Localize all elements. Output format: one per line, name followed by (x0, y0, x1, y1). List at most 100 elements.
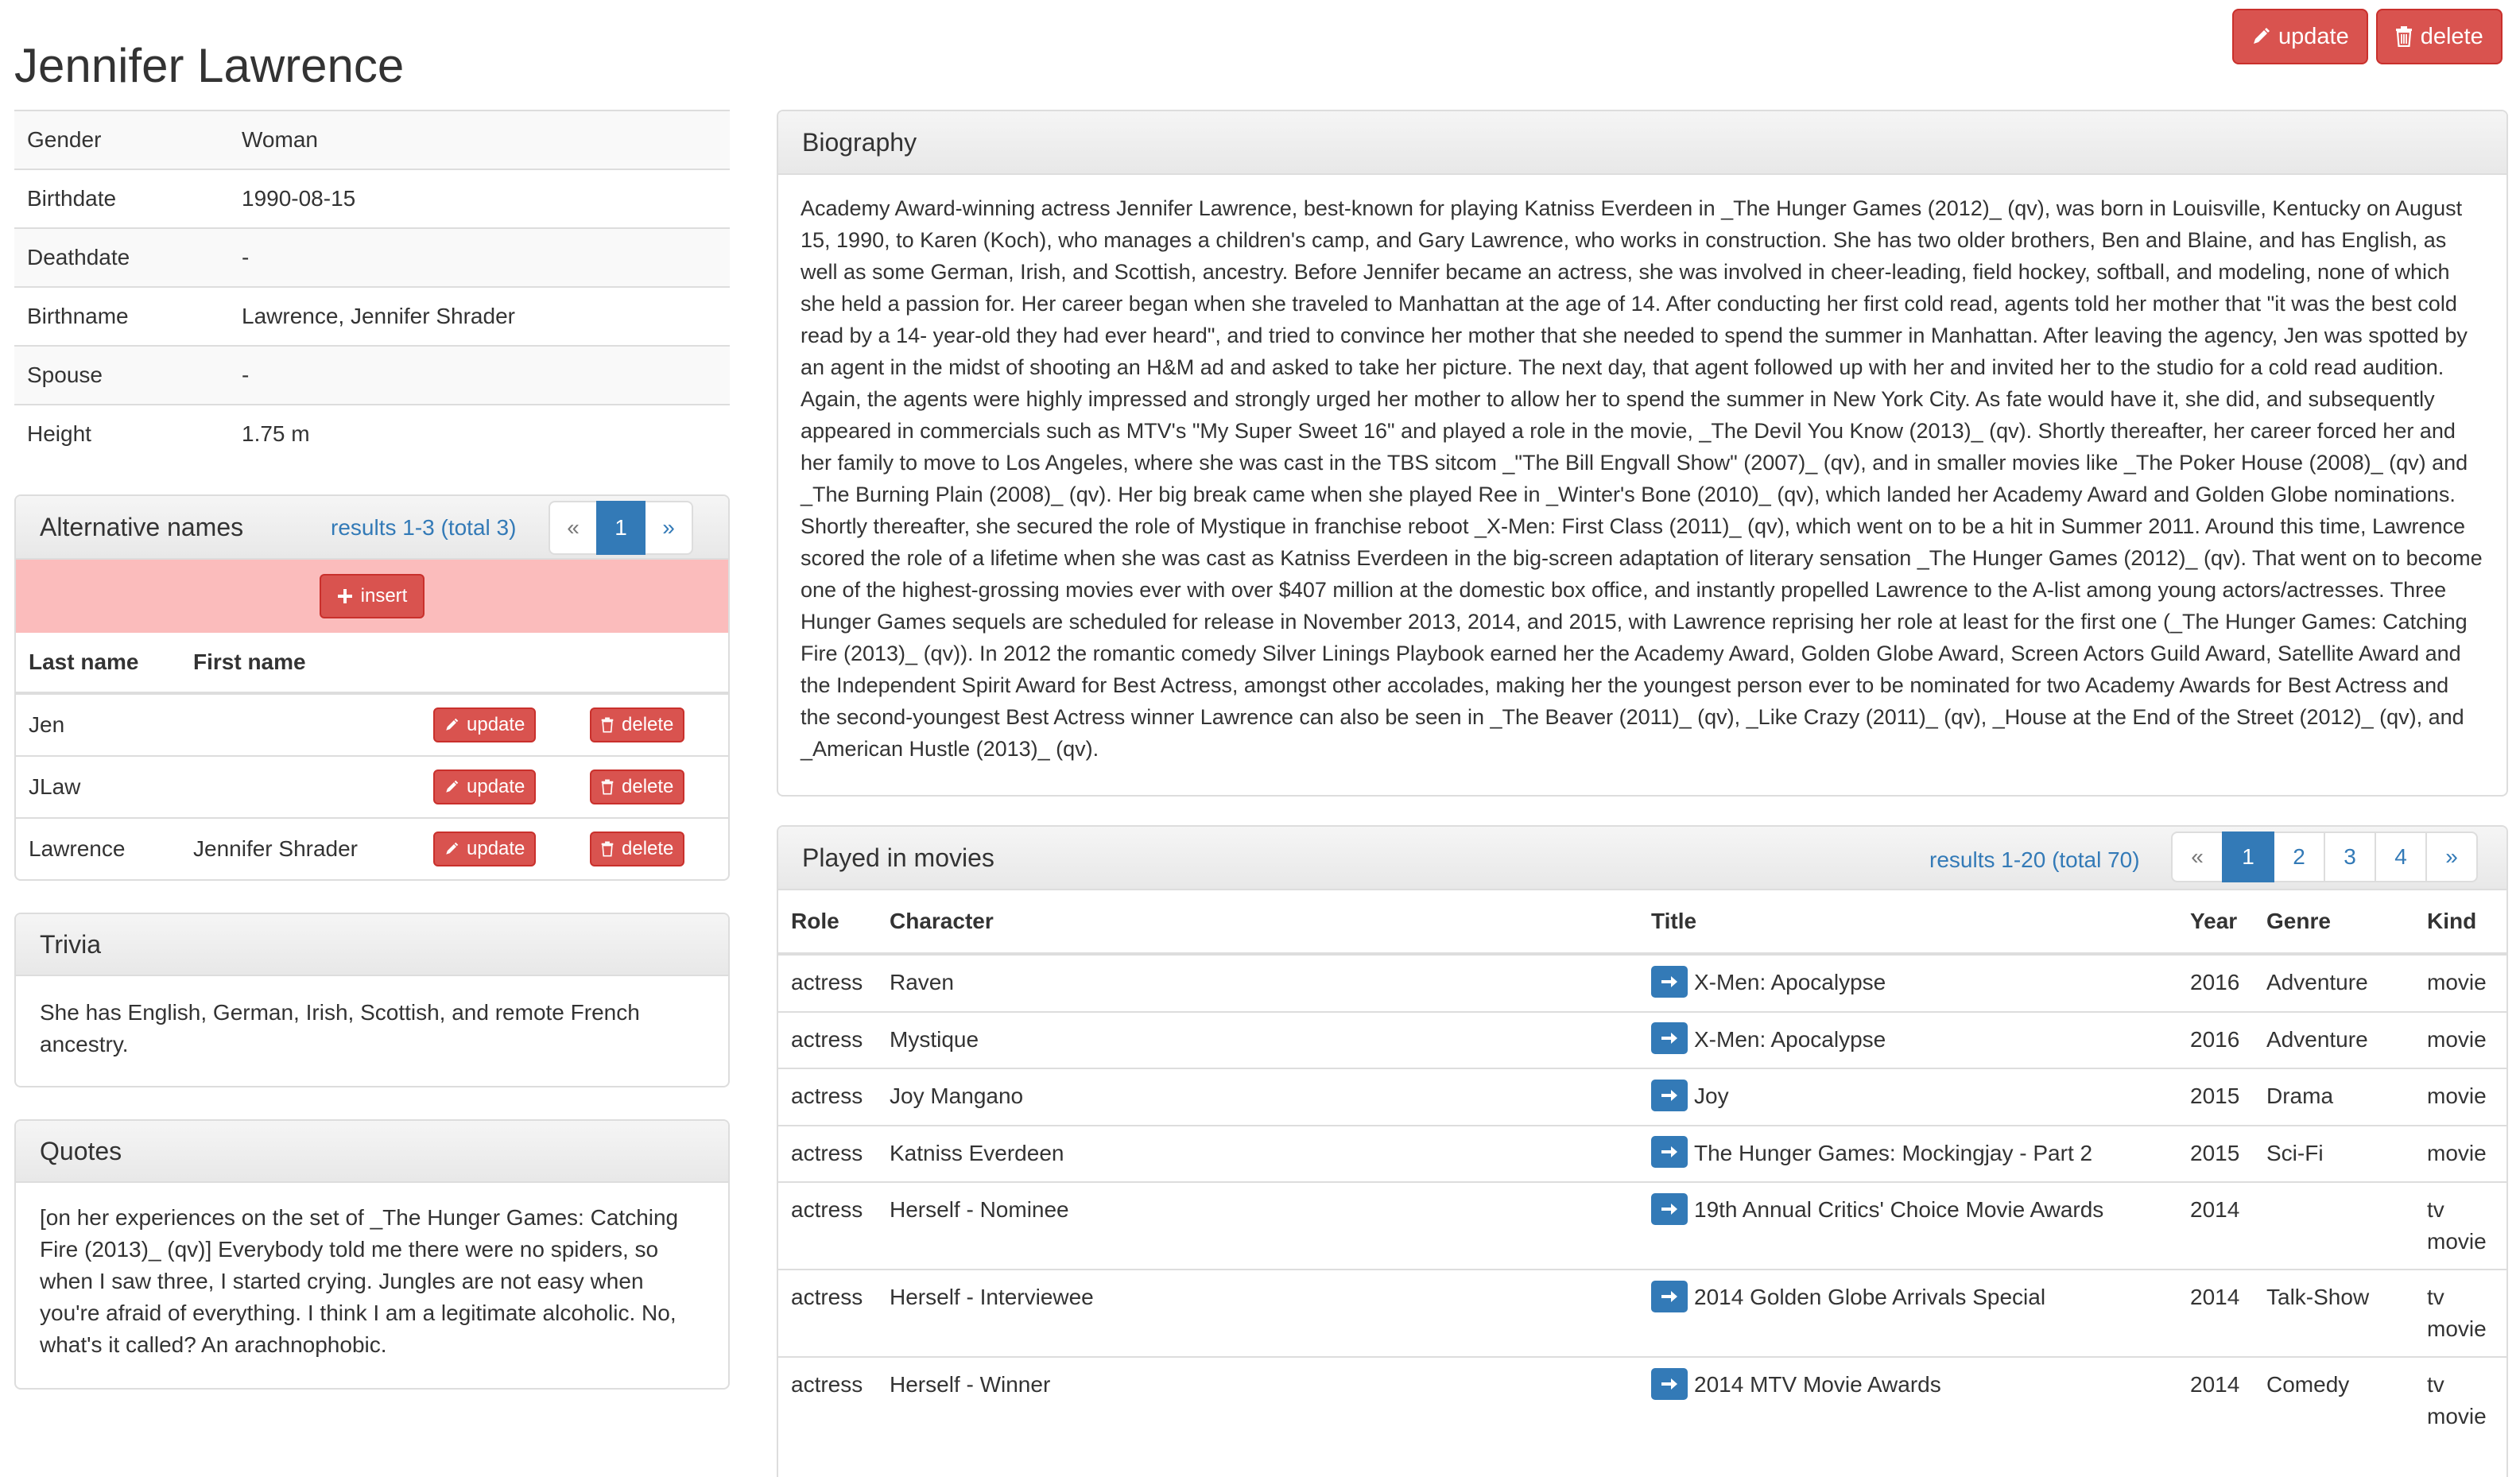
go-to-movie-button[interactable] (1651, 1193, 1688, 1226)
alternative-names-panel: Alternative names results 1-3 (total 3) … (14, 494, 730, 881)
arrow-right-icon (1661, 1291, 1677, 1303)
last-name-cell: JLaw (16, 755, 180, 818)
movie-title[interactable]: 2014 MTV Movie Awards (1694, 1372, 1941, 1397)
year-cell: 2014 (2177, 1269, 2254, 1358)
insert-name-label: insert (360, 585, 408, 607)
go-to-movie-button[interactable] (1651, 1136, 1688, 1169)
alternative-names-title: Alternative names (40, 512, 244, 541)
last-name-cell: Lawrence (16, 817, 180, 879)
info-row-spouse: Spouse - (14, 345, 730, 405)
info-row-birthname: Birthname Lawrence, Jennifer Shrader (14, 286, 730, 346)
delete-label: delete (622, 776, 674, 797)
update-name-button[interactable]: update (433, 707, 537, 742)
info-label: Deathdate (14, 227, 229, 287)
movie-title[interactable]: X-Men: Apocalypse (1694, 1027, 1886, 1052)
genre-cell: Talk-Show (2254, 1269, 2414, 1358)
movie-title[interactable]: Joy (1694, 1084, 1729, 1108)
delete-person-button[interactable]: delete (2375, 9, 2503, 64)
column-title: Title (1638, 890, 2177, 956)
genre-cell: Adventure (2254, 1010, 2414, 1069)
genre-cell: Sci-Fi (2254, 1124, 2414, 1183)
plus-icon (337, 589, 352, 603)
table-row: actress Herself - Interviewee 2014 Golde… (778, 1269, 2506, 1358)
update-name-button[interactable]: update (433, 832, 537, 866)
arrow-right-icon (1661, 1033, 1677, 1045)
title-cell: 2014 MTV Movie Awards (1638, 1356, 2177, 1444)
trash-icon (601, 779, 614, 795)
pencil-icon (446, 842, 459, 855)
update-name-button[interactable]: update (433, 770, 537, 804)
trivia-header: Trivia (16, 914, 728, 976)
movies-pagination: « 1 2 3 4 » (2171, 832, 2478, 882)
pager-prev[interactable]: « (549, 501, 598, 555)
insert-row: insert (16, 560, 728, 633)
pager-next[interactable]: » (644, 501, 693, 555)
role-cell: actress (778, 1010, 877, 1069)
pencil-icon (446, 780, 459, 793)
pager-next[interactable]: » (2425, 832, 2478, 882)
info-row-deathdate: Deathdate - (14, 227, 730, 287)
delete-name-button[interactable]: delete (590, 707, 685, 742)
movie-title[interactable]: 19th Annual Critics' Choice Movie Awards (1694, 1197, 2103, 1222)
movie-title[interactable]: The Hunger Games: Mockingjay - Part 2 (1694, 1141, 2092, 1165)
column-role: Role (778, 890, 877, 956)
movie-title[interactable]: X-Men: Apocalypse (1694, 970, 1886, 994)
info-value: Woman (229, 110, 730, 169)
table-row: Lawrence Jennifer Shrader update delete (16, 817, 728, 879)
page-title: Jennifer Lawrence (14, 39, 405, 92)
kind-cell: tv movie (2414, 1181, 2506, 1270)
info-label: Gender (14, 110, 229, 169)
delete-person-label: delete (2420, 23, 2483, 49)
arrow-right-icon (1661, 1204, 1677, 1215)
quotes-title: Quotes (40, 1136, 122, 1165)
alternative-names-table: Last name First name Jen update delete J… (16, 633, 728, 879)
table-row: JLaw update delete (16, 755, 728, 818)
delete-name-button[interactable]: delete (590, 832, 685, 866)
quotes-text: [on her experiences on the set of _The H… (40, 1205, 679, 1357)
year-cell: 2016 (2177, 1010, 2254, 1069)
go-to-movie-button[interactable] (1651, 1281, 1688, 1313)
title-cell: The Hunger Games: Mockingjay - Part 2 (1638, 1124, 2177, 1183)
delete-name-button[interactable]: delete (590, 770, 685, 804)
go-to-movie-button[interactable] (1651, 965, 1688, 998)
info-value: Lawrence, Jennifer Shrader (229, 286, 730, 346)
pager-page-4[interactable]: 4 (2375, 832, 2427, 882)
info-label: Birthdate (14, 169, 229, 228)
table-row: actress Katniss Everdeen The Hunger Game… (778, 1124, 2506, 1183)
role-cell: actress (778, 1356, 877, 1444)
column-kind: Kind (2414, 890, 2506, 956)
table-row: actress Mystique X-Men: Apocalypse 2016 … (778, 1010, 2506, 1069)
year-cell: 2014 (2177, 1356, 2254, 1444)
info-row-height: Height 1.75 m (14, 404, 730, 463)
trash-icon (601, 717, 614, 733)
title-cell: X-Men: Apocalypse (1638, 1010, 2177, 1069)
go-to-movie-button[interactable] (1651, 1022, 1688, 1055)
go-to-movie-button[interactable] (1651, 1368, 1688, 1401)
pager-page-1[interactable]: 1 (596, 501, 646, 555)
character-cell: Joy Mangano (877, 1068, 1638, 1126)
pager-page-2[interactable]: 2 (2273, 832, 2325, 882)
pager-page-3[interactable]: 3 (2324, 832, 2376, 882)
kind-cell: movie (2414, 1010, 2506, 1069)
pager-page-1[interactable]: 1 (2222, 832, 2274, 882)
last-name-cell: Jen (16, 692, 180, 756)
pager-prev[interactable]: « (2171, 832, 2223, 882)
arrow-right-icon (1661, 1089, 1677, 1101)
insert-name-button[interactable]: insert (319, 574, 425, 618)
update-person-button[interactable]: update (2232, 9, 2368, 64)
first-name-cell: Jennifer Shrader (180, 817, 421, 879)
column-genre: Genre (2254, 890, 2414, 956)
year-cell: 2016 (2177, 953, 2254, 1012)
movie-title[interactable]: 2014 Golden Globe Arrivals Special (1694, 1285, 2045, 1309)
title-cell: 19th Annual Critics' Choice Movie Awards (1638, 1181, 2177, 1270)
arrow-right-icon (1661, 1378, 1677, 1390)
go-to-movie-button[interactable] (1651, 1079, 1688, 1111)
biography-text: Academy Award-winning actress Jennifer L… (801, 196, 2483, 761)
info-label: Height (14, 404, 229, 463)
movies-table: Role Character Title Year Genre Kind act… (778, 890, 2506, 1444)
table-row: actress Raven X-Men: Apocalypse 2016 Adv… (778, 953, 2506, 1012)
info-label: Spouse (14, 345, 229, 405)
role-cell: actress (778, 1068, 877, 1126)
page-actions: update delete (2232, 9, 2503, 64)
role-cell: actress (778, 1181, 877, 1270)
